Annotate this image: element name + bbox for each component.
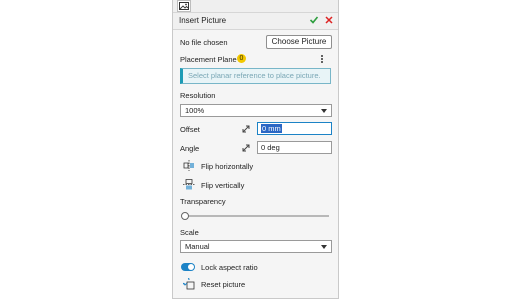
resolution-label: Resolution [180,91,216,100]
scale-value: Manual [185,242,210,251]
insert-picture-panel: Insert Picture No file chosen Choose Pic… [172,0,339,299]
reset-icon[interactable] [180,275,195,290]
flip-vertical-label[interactable]: Flip vertically [201,181,244,190]
flip-offset-direction-icon[interactable] [241,124,251,134]
angle-input[interactable]: 0 deg [257,141,332,154]
picture-tab-icon[interactable] [177,0,191,12]
placement-plane-collector[interactable]: Select planar reference to place picture… [180,68,331,84]
dialog-title: Insert Picture [179,16,227,25]
transparency-slider-thumb[interactable] [181,212,189,220]
offset-label: Offset [180,125,200,134]
choose-picture-button[interactable]: Choose Picture [266,35,332,49]
flip-horizontal-label[interactable]: Flip horizontally [201,162,253,171]
flip-angle-direction-icon[interactable] [241,143,251,153]
chevron-down-icon [321,109,327,113]
offset-value: 0 mm [261,124,282,133]
flip-vertical-icon[interactable] [183,179,195,190]
scale-label: Scale [180,228,199,237]
transparency-label: Transparency [180,197,226,206]
placement-plane-count-badge: 0 [237,54,246,63]
check-icon[interactable] [309,15,319,25]
placement-plane-label: Placement Plane [180,55,237,64]
more-options-icon[interactable] [321,55,324,65]
dialog-header: Insert Picture [173,13,338,30]
chevron-down-icon [321,245,327,249]
flip-horizontal-icon[interactable] [183,160,195,171]
offset-input[interactable]: 0 mm [257,122,332,135]
lock-aspect-ratio-label: Lock aspect ratio [201,263,258,272]
close-icon[interactable] [324,15,334,25]
lock-aspect-ratio-toggle[interactable] [181,263,195,271]
reset-picture-label[interactable]: Reset picture [201,280,245,289]
resolution-dropdown[interactable]: 100% [180,104,332,117]
angle-label: Angle [180,144,200,153]
scale-dropdown[interactable]: Manual [180,240,332,253]
angle-value: 0 deg [261,143,280,152]
resolution-value: 100% [185,106,205,115]
panel-tab-strip [173,0,338,13]
transparency-slider-track[interactable] [186,215,329,217]
file-status-text: No file chosen [180,38,228,47]
